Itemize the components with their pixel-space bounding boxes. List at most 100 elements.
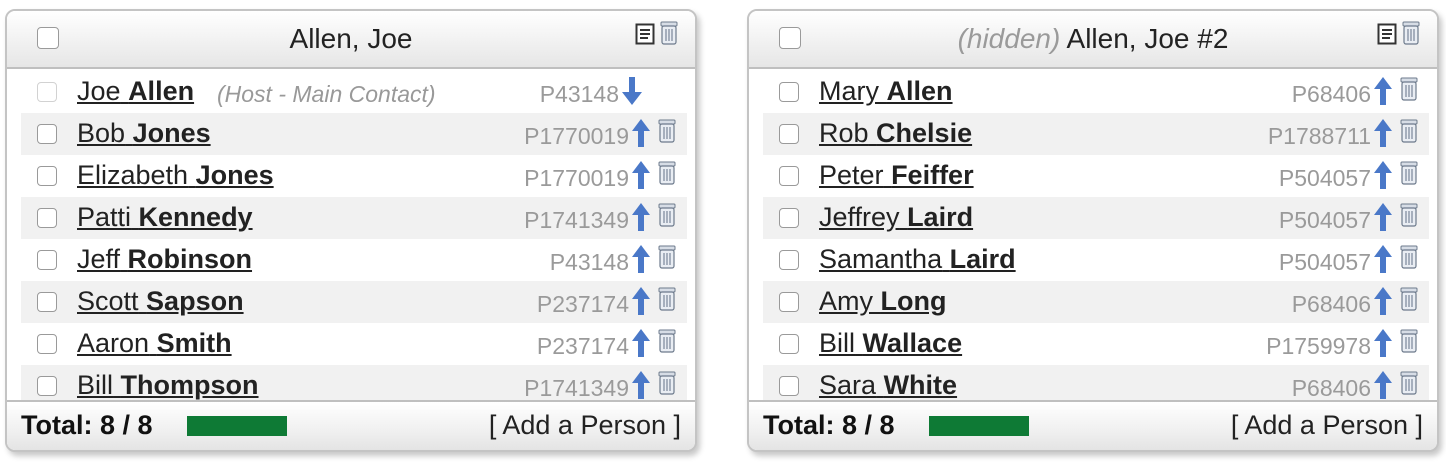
person-id: P68406 — [1291, 375, 1371, 401]
last-name: Jones — [132, 118, 211, 148]
move-down-arrow-icon[interactable] — [621, 76, 643, 111]
person-name-link[interactable]: Elizabeth Jones — [77, 160, 274, 191]
last-name: Jones — [195, 160, 274, 190]
person-checkbox[interactable] — [779, 250, 799, 270]
person-checkbox[interactable] — [37, 250, 57, 270]
person-checkbox[interactable] — [37, 208, 57, 228]
delete-trash-icon[interactable] — [1399, 160, 1419, 191]
person-name-link[interactable]: Bill Thompson — [77, 370, 259, 401]
person-checkbox[interactable] — [37, 292, 57, 312]
person-checkbox[interactable] — [779, 334, 799, 354]
panel-header: Allen, Joe — [7, 11, 695, 69]
person-name-link[interactable]: Bob Jones — [77, 118, 211, 149]
person-checkbox[interactable] — [37, 334, 57, 354]
person-name-link[interactable]: Samantha Laird — [819, 244, 1016, 275]
person-checkbox[interactable] — [779, 166, 799, 186]
move-up-arrow-icon[interactable] — [1373, 118, 1393, 153]
document-icon[interactable] — [1377, 23, 1397, 50]
move-up-arrow-icon[interactable] — [631, 328, 651, 363]
list-item: Samantha Laird P504057 — [763, 239, 1429, 281]
list-item: Amy Long P68406 — [763, 281, 1429, 323]
delete-trash-icon[interactable] — [1399, 328, 1419, 359]
person-id: P1788711 — [1267, 123, 1371, 149]
add-person-link[interactable]: [ Add a Person ] — [1231, 410, 1423, 441]
delete-trash-icon[interactable] — [657, 160, 677, 191]
person-checkbox[interactable] — [779, 208, 799, 228]
delete-trash-icon[interactable] — [657, 328, 677, 359]
person-checkbox[interactable] — [779, 82, 799, 102]
first-name: Joe — [77, 76, 121, 106]
list-item: Rob Chelsie P1788711 — [763, 113, 1429, 155]
move-up-arrow-icon[interactable] — [631, 118, 651, 153]
delete-trash-icon[interactable] — [1399, 118, 1419, 149]
move-up-arrow-icon[interactable] — [1373, 328, 1393, 363]
person-checkbox[interactable] — [779, 376, 799, 396]
move-up-arrow-icon[interactable] — [1373, 202, 1393, 237]
person-name-link[interactable]: Joe Allen — [77, 76, 194, 107]
delete-trash-icon[interactable] — [1399, 244, 1419, 275]
move-up-arrow-icon[interactable] — [1373, 76, 1393, 111]
move-up-arrow-icon[interactable] — [631, 244, 651, 279]
last-name: Thompson — [120, 370, 259, 400]
last-name: Allen — [128, 76, 195, 106]
person-checkbox[interactable] — [37, 376, 57, 396]
delete-trash-icon[interactable] — [657, 118, 677, 149]
delete-trash-icon[interactable] — [657, 370, 677, 401]
delete-trash-icon[interactable] — [1399, 202, 1419, 233]
person-checkbox[interactable] — [779, 292, 799, 312]
document-icon[interactable] — [635, 23, 655, 50]
person-name-link[interactable]: Jeff Robinson — [77, 244, 252, 275]
group-panel: Allen, Joe Joe Allen (Host - Main Contact… — [5, 9, 697, 452]
move-up-arrow-icon[interactable] — [631, 202, 651, 237]
select-all-checkbox[interactable] — [779, 27, 801, 49]
last-name: Long — [880, 286, 947, 316]
person-checkbox[interactable] — [779, 124, 799, 144]
person-id: P1770019 — [524, 165, 629, 191]
capacity-bar-fill — [187, 416, 287, 436]
person-name-link[interactable]: Jeffrey Laird — [819, 202, 973, 233]
add-person-link[interactable]: [ Add a Person ] — [489, 410, 681, 441]
panel-footer: Total: 8 / 8 [ Add a Person ] — [7, 400, 695, 450]
move-up-arrow-icon[interactable] — [631, 160, 651, 195]
person-id: P504057 — [1278, 207, 1371, 233]
move-up-arrow-icon[interactable] — [1373, 244, 1393, 279]
delete-trash-icon[interactable] — [657, 202, 677, 233]
group-panel: (hidden) Allen, Joe #2 Mary Allen P68406 R… — [747, 9, 1439, 452]
person-name-link[interactable]: Bill Wallace — [819, 328, 962, 359]
delete-trash-icon[interactable] — [657, 244, 677, 275]
move-up-arrow-icon[interactable] — [1373, 286, 1393, 321]
last-name: Robinson — [127, 244, 253, 274]
person-name-link[interactable]: Patti Kennedy — [77, 202, 253, 233]
person-name-link[interactable]: Peter Feiffer — [819, 160, 974, 191]
move-up-arrow-icon[interactable] — [631, 286, 651, 321]
list-item: Scott Sapson P237174 — [21, 281, 687, 323]
person-checkbox[interactable] — [37, 166, 57, 186]
delete-trash-icon[interactable] — [657, 286, 677, 317]
last-name: Kennedy — [138, 202, 253, 232]
trash-icon[interactable] — [659, 20, 679, 51]
person-name-link[interactable]: Amy Long — [819, 286, 947, 317]
panel-footer: Total: 8 / 8 [ Add a Person ] — [749, 400, 1437, 450]
person-id: P43148 — [549, 249, 629, 275]
last-name: Smith — [156, 328, 232, 358]
person-id: P1741349 — [524, 207, 629, 233]
person-name-link[interactable]: Rob Chelsie — [819, 118, 972, 149]
delete-trash-icon[interactable] — [1399, 370, 1419, 401]
person-checkbox[interactable] — [37, 82, 57, 102]
delete-trash-icon[interactable] — [1399, 76, 1419, 107]
person-name-link[interactable]: Scott Sapson — [77, 286, 244, 317]
first-name: Samantha — [819, 244, 943, 274]
delete-trash-icon[interactable] — [1399, 286, 1419, 317]
last-name: Allen — [886, 76, 953, 106]
last-name: Wallace — [862, 328, 963, 358]
select-all-checkbox[interactable] — [37, 27, 59, 49]
list-item: Bob Jones P1770019 — [21, 113, 687, 155]
person-name-link[interactable]: Mary Allen — [819, 76, 953, 107]
person-id: P1759978 — [1266, 333, 1371, 359]
move-up-arrow-icon[interactable] — [1373, 160, 1393, 195]
person-checkbox[interactable] — [37, 124, 57, 144]
person-name-link[interactable]: Sara White — [819, 370, 957, 401]
list-item: Mary Allen P68406 — [763, 71, 1429, 113]
person-name-link[interactable]: Aaron Smith — [77, 328, 232, 359]
trash-icon[interactable] — [1401, 20, 1421, 51]
